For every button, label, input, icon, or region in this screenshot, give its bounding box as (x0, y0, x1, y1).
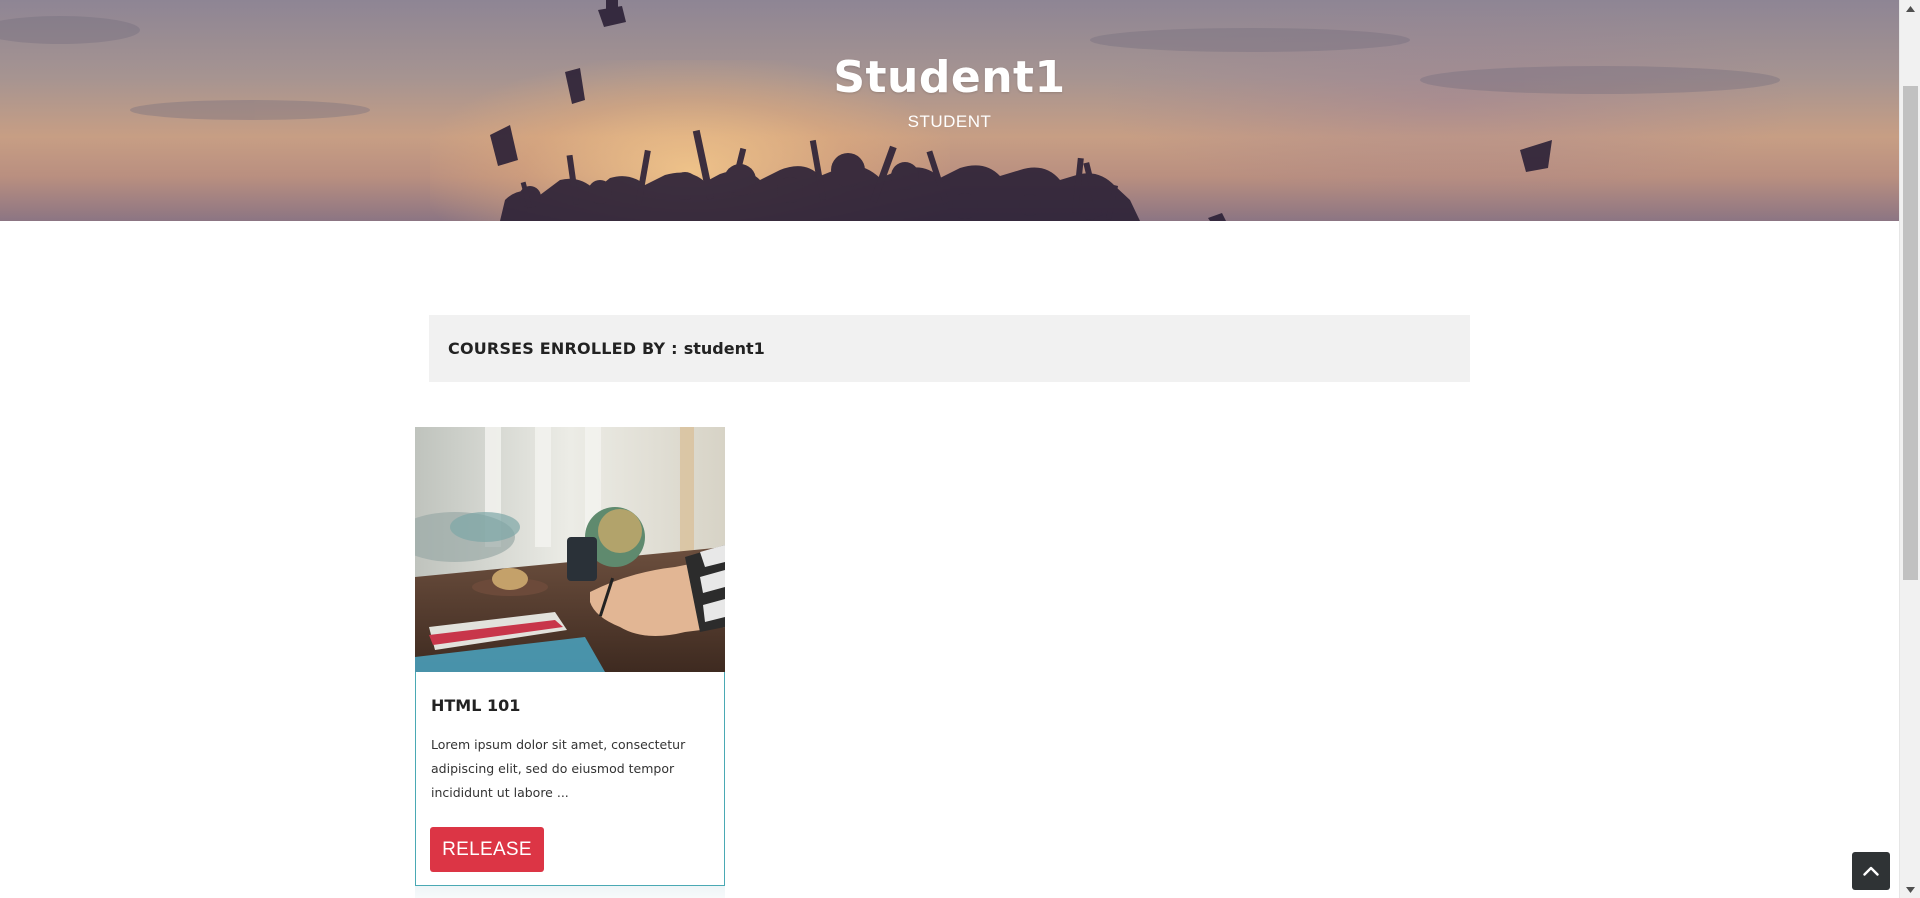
release-button[interactable]: RELEASE (430, 827, 544, 872)
graduates-silhouette-image (0, 0, 1780, 221)
scroll-down-arrow-icon[interactable] (1900, 881, 1920, 898)
course-image (415, 427, 725, 672)
next-card-edge (415, 886, 725, 898)
enrolled-courses-heading: COURSES ENROLLED BY : student1 (429, 315, 1470, 382)
role-subtitle: STUDENT (907, 112, 992, 131)
enrolled-heading-username: student1 (683, 339, 765, 358)
page: Student1 STUDENT COURSES ENROLLED BY : s… (0, 0, 1920, 898)
back-to-top-button[interactable] (1852, 852, 1890, 890)
page-scrollbar[interactable] (1899, 0, 1920, 898)
enrolled-heading-label: COURSES ENROLLED BY : (448, 339, 678, 358)
course-card-body: HTML 101 Lorem ipsum dolor sit amet, con… (431, 696, 711, 805)
hero-banner: Student1 STUDENT (0, 0, 1899, 221)
scroll-up-arrow-icon[interactable] (1900, 0, 1920, 17)
course-description: Lorem ipsum dolor sit amet, consectetur … (431, 737, 686, 800)
course-title[interactable]: HTML 101 (431, 696, 711, 715)
scroll-thumb[interactable] (1903, 86, 1918, 580)
course-card: HTML 101 Lorem ipsum dolor sit amet, con… (415, 427, 725, 886)
chevron-up-icon (1863, 866, 1879, 876)
page-title: Student1 (833, 52, 1066, 103)
